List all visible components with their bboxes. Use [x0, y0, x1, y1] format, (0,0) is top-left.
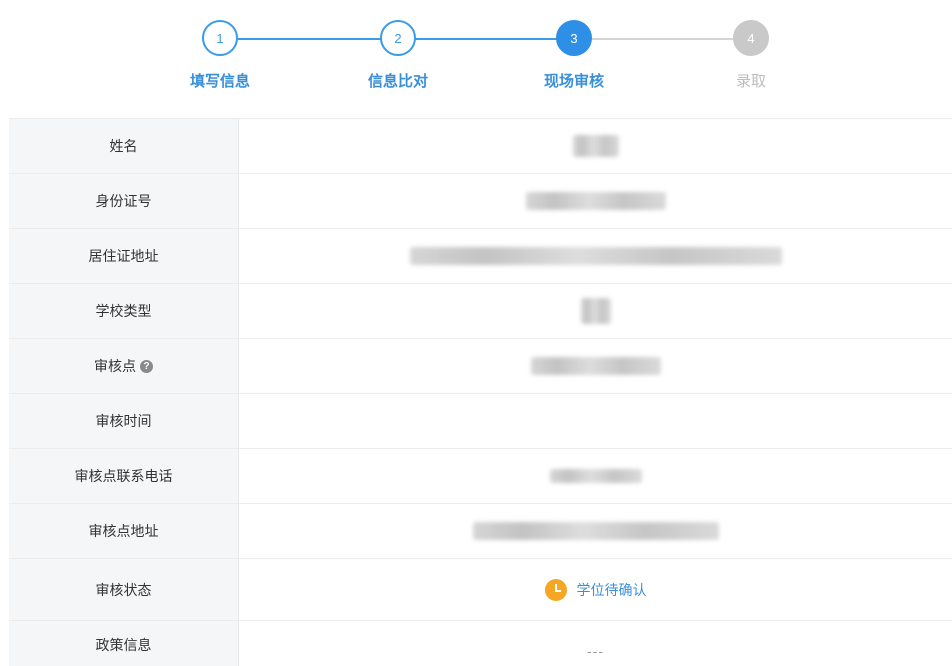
redacted-review-site — [530, 357, 661, 375]
row-label-text: 审核时间 — [95, 414, 152, 430]
table-row-school-type: 学校类型 — [9, 284, 952, 339]
row-value — [239, 119, 952, 173]
step-connector-3-4 — [592, 38, 736, 40]
row-value — [239, 174, 952, 228]
redacted-residence-address — [409, 247, 782, 265]
row-label-text: 姓名 — [109, 139, 138, 155]
row-label: 审核点联系电话 — [9, 449, 239, 503]
row-label-text: 政策信息 — [95, 638, 152, 654]
step-3-label: 现场审核 — [543, 72, 604, 90]
row-label-text: 审核点联系电话 — [74, 469, 173, 485]
progress-stepper: 1 2 3 4 填写信息 信息比对 现场审核 录取 — [0, 0, 952, 110]
row-value: 学位待确认 — [239, 559, 952, 620]
step-1-label: 填写信息 — [189, 72, 250, 90]
row-value — [239, 339, 952, 393]
row-label: 审核时间 — [9, 394, 239, 448]
clock-icon — [544, 578, 567, 601]
row-label-text: 居住证地址 — [88, 249, 159, 265]
step-2-circle: 2 — [380, 20, 416, 56]
table-row-review-site-address: 审核点地址 — [9, 504, 952, 559]
step-2-label: 信息比对 — [367, 72, 428, 90]
row-label: 学校类型 — [9, 284, 239, 338]
table-row-review-site: 审核点 ? — [9, 339, 952, 394]
redacted-id-number — [525, 192, 666, 210]
row-label: 居住证地址 — [9, 229, 239, 283]
table-row-residence-address: 居住证地址 — [9, 229, 952, 284]
row-label: 身份证号 — [9, 174, 239, 228]
review-status-text: 学位待确认 — [576, 582, 647, 599]
application-progress-page: 1 2 3 4 填写信息 信息比对 现场审核 录取 姓名 身份证号 居住证地址 — [0, 0, 952, 666]
redacted-school-type — [580, 298, 611, 324]
step-4-circle: 4 — [733, 20, 769, 56]
row-label-text: 审核点 — [94, 359, 136, 375]
table-row-review-site-phone: 审核点联系电话 — [9, 449, 952, 504]
row-label: 审核状态 — [9, 559, 239, 620]
row-label: 姓名 — [9, 119, 239, 173]
table-row-review-time: 审核时间 — [9, 394, 952, 449]
table-row-policy-info: 政策信息 --- — [9, 621, 952, 666]
help-icon[interactable]: ? — [140, 359, 153, 373]
row-value — [239, 284, 952, 338]
table-row-name: 姓名 — [9, 119, 952, 174]
redacted-name — [572, 135, 619, 157]
step-4-label: 录取 — [735, 72, 766, 90]
step-1-circle: 1 — [202, 20, 238, 56]
row-label-text: 身份证号 — [95, 194, 152, 210]
row-label: 审核点 ? — [9, 339, 239, 393]
step-3-circle: 3 — [556, 20, 592, 56]
step-connector-2-3 — [414, 38, 558, 40]
row-value — [239, 449, 952, 503]
table-row-id-number: 身份证号 — [9, 174, 952, 229]
row-value — [239, 229, 952, 283]
row-value — [239, 504, 952, 558]
step-connector-1-2 — [238, 38, 382, 40]
redacted-review-site-address — [472, 522, 719, 540]
table-row-review-status: 审核状态 学位待确认 — [9, 559, 952, 621]
applicant-info-table: 姓名 身份证号 居住证地址 学校类型 审核点 ? 审核时间 审核点联系电话 审核… — [9, 118, 952, 666]
row-value — [239, 394, 952, 448]
row-label-text: 审核点地址 — [88, 524, 159, 540]
row-label-text: 审核状态 — [95, 582, 152, 599]
row-label-text: 学校类型 — [95, 304, 152, 320]
row-label: 审核点地址 — [9, 504, 239, 558]
row-label: 政策信息 — [9, 621, 239, 666]
review-status: 学位待确认 — [544, 578, 647, 601]
row-value: --- — [239, 621, 952, 666]
redacted-review-site-phone — [549, 469, 642, 483]
policy-info-value: --- — [586, 644, 605, 660]
